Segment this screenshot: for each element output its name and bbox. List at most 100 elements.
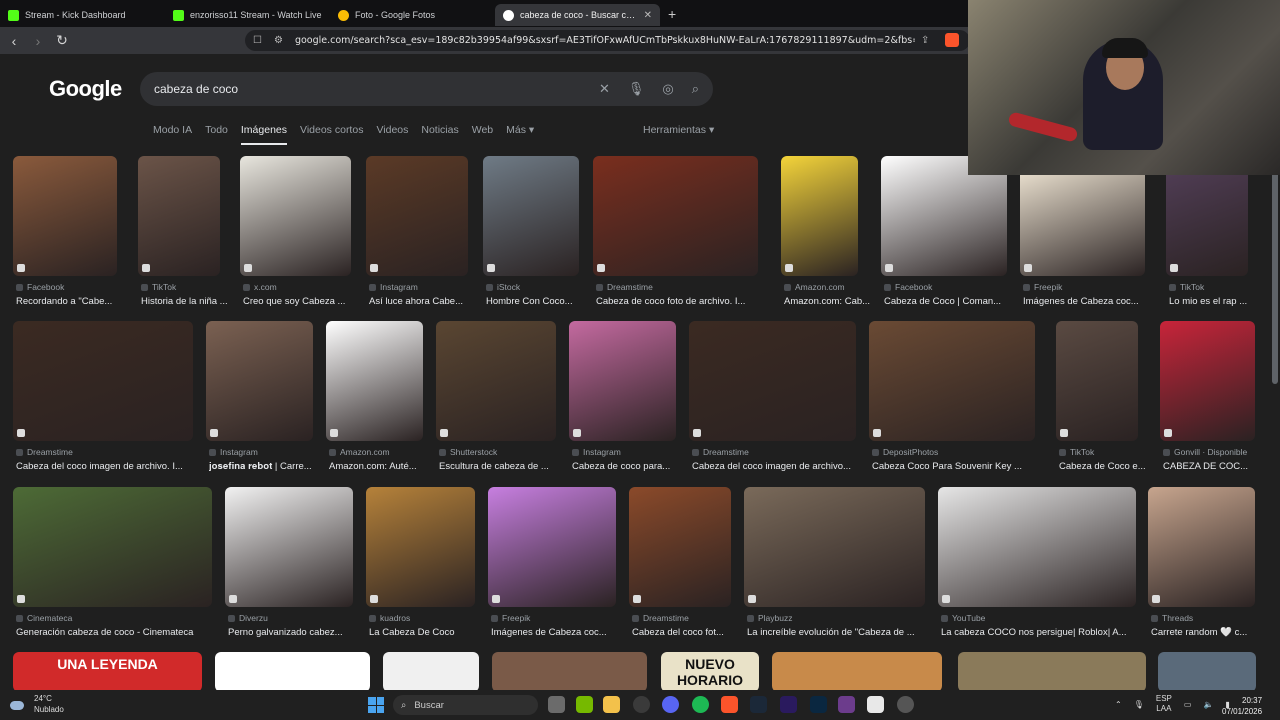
image-result-caption[interactable]: Cinemateca Generación cabeza de coco - Ci…: [16, 613, 215, 638]
image-result-caption[interactable]: Freepik Imágenes de Cabeza coc...: [1023, 282, 1148, 307]
bookmark-icon[interactable]: ☐: [253, 35, 262, 46]
image-result-thumbnail[interactable]: [483, 156, 579, 276]
image-result-thumbnail[interactable]: [326, 321, 423, 441]
clear-icon[interactable]: ✕: [599, 81, 610, 97]
image-result-thumbnail[interactable]: UNA LEYENDA: [13, 652, 202, 690]
search-box[interactable]: cabeza de coco ✕ 🎙 ◎ ⌕: [140, 72, 713, 106]
image-result-caption[interactable]: TikTok Lo mio es el rap ...: [1169, 282, 1269, 307]
image-result-thumbnail[interactable]: [1148, 487, 1255, 607]
image-result-caption[interactable]: Facebook Cabeza de Coco | Coman...: [884, 282, 1010, 307]
image-result-caption[interactable]: kuadros La Cabeza De Coco: [369, 613, 478, 638]
image-result-thumbnail[interactable]: [492, 652, 647, 690]
lens-icon[interactable]: ◎: [662, 81, 673, 97]
address-bar[interactable]: ☐ ⚙ google.com/search?sca_esv=189c82b399…: [245, 30, 970, 51]
image-result-thumbnail[interactable]: [225, 487, 353, 607]
reload-icon[interactable]: ↻: [52, 32, 72, 49]
image-result-thumbnail[interactable]: [366, 487, 475, 607]
settings-icon[interactable]: [897, 696, 914, 713]
image-result-thumbnail[interactable]: [436, 321, 556, 441]
image-result-caption[interactable]: YouTube La cabeza COCO nos persigue| Robl…: [941, 613, 1139, 638]
filter-web[interactable]: Web: [472, 124, 493, 145]
tab-kick-stream[interactable]: enzorisso11 Stream - Watch Live: [165, 4, 330, 26]
nvidia-icon[interactable]: [576, 696, 593, 713]
filter-news[interactable]: Noticias: [421, 124, 458, 145]
image-result-caption[interactable]: Facebook Recordando a "Cabe...: [16, 282, 120, 307]
taskbar-search[interactable]: ⌕ Buscar: [393, 695, 538, 715]
image-result-thumbnail[interactable]: [1160, 321, 1255, 441]
image-result-thumbnail[interactable]: [383, 652, 479, 690]
file-explorer-icon[interactable]: [603, 696, 620, 713]
forward-icon[interactable]: ›: [28, 33, 48, 49]
image-result-thumbnail[interactable]: [138, 156, 220, 276]
google-logo[interactable]: Google: [49, 76, 122, 102]
image-result-thumbnail[interactable]: [938, 487, 1136, 607]
image-result-thumbnail[interactable]: [958, 652, 1146, 690]
chevron-up-icon[interactable]: ⌃: [1115, 700, 1122, 709]
image-result-thumbnail[interactable]: [1158, 652, 1256, 690]
image-result-caption[interactable]: Amazon.com Amazon.com: Cab...: [784, 282, 884, 307]
filter-all[interactable]: Todo: [205, 124, 228, 145]
steam-icon[interactable]: [750, 696, 767, 713]
image-result-thumbnail[interactable]: [13, 321, 193, 441]
language-indicator[interactable]: ESP LAA: [1156, 694, 1172, 714]
microphone-icon[interactable]: 🎙: [1134, 700, 1144, 709]
image-result-caption[interactable]: Diverzu Perno galvanizado cabez...: [228, 613, 356, 638]
photoshop-icon[interactable]: [810, 696, 827, 713]
image-result-thumbnail[interactable]: [13, 156, 117, 276]
image-result-thumbnail[interactable]: [869, 321, 1035, 441]
image-result-thumbnail[interactable]: [240, 156, 351, 276]
image-result-caption[interactable]: Dreamstime Cabeza del coco imagen de arch…: [16, 447, 196, 472]
image-result-thumbnail[interactable]: [689, 321, 856, 441]
image-result-thumbnail[interactable]: [781, 156, 858, 276]
spotify-icon[interactable]: [692, 696, 709, 713]
filter-more[interactable]: Más ▾: [506, 124, 534, 145]
tab-google-photos[interactable]: Foto - Google Fotos: [330, 4, 495, 26]
microphone-icon[interactable]: 🎙: [628, 81, 645, 97]
image-result-thumbnail[interactable]: [1056, 321, 1138, 441]
filter-videos[interactable]: Videos: [376, 124, 408, 145]
image-result-thumbnail[interactable]: NUEVO HORARIO: [661, 652, 759, 690]
image-result-caption[interactable]: Instagram Cabeza de coco para...: [572, 447, 679, 472]
image-result-caption[interactable]: Instagram 𝐣𝐨𝐬𝐞𝐟𝐢𝐧𝐚 𝐫𝐞𝐛𝐨𝐭 | Carre...: [209, 447, 316, 472]
image-result-thumbnail[interactable]: [366, 156, 468, 276]
image-result-caption[interactable]: Dreamstime Cabeza de coco foto de archivo…: [596, 282, 761, 307]
image-result-caption[interactable]: Shutterstock Escultura de cabeza de ...: [439, 447, 559, 472]
image-result-thumbnail[interactable]: [593, 156, 758, 276]
image-result-thumbnail[interactable]: [744, 487, 925, 607]
brave-shield-icon[interactable]: [945, 33, 959, 47]
filter-images[interactable]: Imágenes: [240, 124, 288, 145]
filter-ai-mode[interactable]: Modo IA: [153, 124, 192, 145]
brave-icon[interactable]: [721, 696, 738, 713]
search-icon[interactable]: ⌕: [692, 81, 699, 97]
obs-icon[interactable]: [633, 696, 650, 713]
image-result-caption[interactable]: Dreamstime Cabeza del coco fot...: [632, 613, 734, 638]
windows-start-icon[interactable]: [368, 697, 384, 713]
image-result-caption[interactable]: TikTok Cabeza de Coco e...: [1059, 447, 1159, 472]
site-info-icon[interactable]: ⚙: [274, 35, 283, 46]
back-icon[interactable]: ‹: [4, 33, 24, 49]
filter-short-videos[interactable]: Videos cortos: [300, 124, 363, 145]
image-result-thumbnail[interactable]: [13, 487, 212, 607]
image-result-caption[interactable]: x.com Creo que soy Cabeza ...: [243, 282, 354, 307]
image-result-caption[interactable]: Instagram Así luce ahora Cabe...: [369, 282, 471, 307]
image-result-thumbnail[interactable]: [215, 652, 370, 690]
close-tab-icon[interactable]: ✕: [644, 10, 652, 21]
app-icon[interactable]: [838, 696, 855, 713]
capcut-icon[interactable]: [867, 696, 884, 713]
image-result-thumbnail[interactable]: [772, 652, 942, 690]
new-tab-button[interactable]: +: [660, 6, 684, 22]
share-icon[interactable]: ⇪: [921, 35, 929, 46]
image-result-thumbnail[interactable]: [629, 487, 731, 607]
network-icon[interactable]: ▭: [1184, 700, 1192, 709]
image-result-caption[interactable]: Freepik Imágenes de Cabeza coc...: [491, 613, 619, 638]
image-result-caption[interactable]: Amazon.com Amazon.com: Auté...: [329, 447, 429, 472]
premiere-icon[interactable]: [780, 696, 797, 713]
search-input[interactable]: cabeza de coco: [154, 82, 238, 96]
weather-widget[interactable]: 24°C Nublado: [10, 693, 64, 715]
image-result-thumbnail[interactable]: [488, 487, 616, 607]
image-result-thumbnail[interactable]: [569, 321, 676, 441]
tab-kick-dashboard[interactable]: Stream - Kick Dashboard: [0, 4, 165, 26]
task-view-icon[interactable]: [548, 696, 565, 713]
image-result-caption[interactable]: iStock Hombre Con Coco...: [486, 282, 586, 307]
tools-button[interactable]: Herramientas ▾: [643, 124, 714, 136]
